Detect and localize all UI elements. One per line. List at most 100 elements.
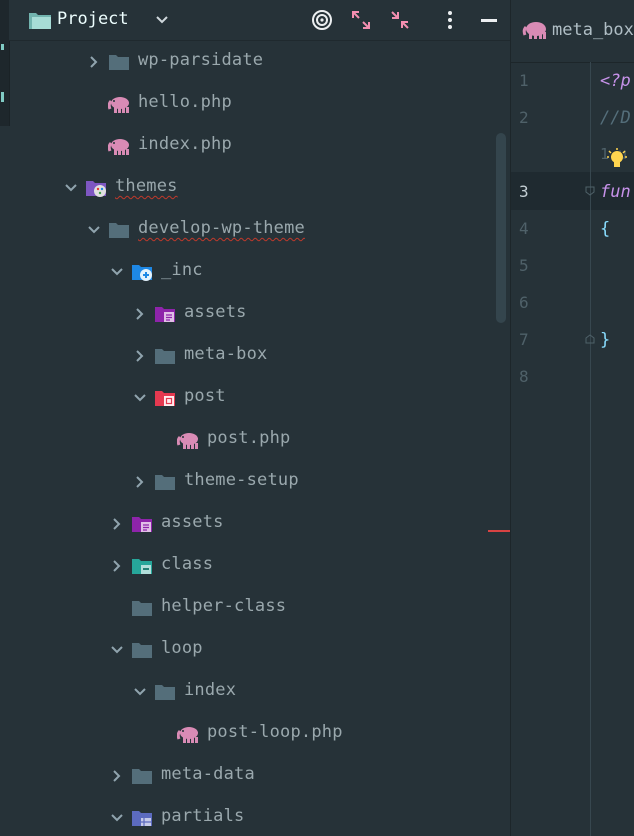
line-number: 3 [519, 182, 529, 201]
php-elephant-icon [177, 727, 198, 743]
chevron-right-icon[interactable] [132, 348, 148, 364]
chevron-right-icon[interactable] [132, 306, 148, 322]
folder-icon [109, 223, 129, 238]
tree-item[interactable]: theme-setup [0, 461, 500, 503]
tree-item[interactable]: meta-data [0, 755, 500, 797]
tree-item[interactable]: class [0, 545, 500, 587]
chevron-right-icon[interactable] [109, 516, 125, 532]
chevron-down-icon[interactable] [86, 222, 102, 238]
project-header: Project [9, 0, 510, 41]
line-number: 4 [519, 219, 529, 238]
code-close-brace[interactable]: } [600, 330, 610, 350]
code-comment[interactable]: //D [600, 108, 631, 128]
minimize-icon[interactable] [477, 8, 501, 32]
locate-target-icon[interactable] [310, 8, 334, 32]
tree-item-label: theme-setup [184, 470, 299, 490]
tree-item-label: index [184, 680, 237, 700]
themes-folder-icon [86, 181, 106, 197]
error-stripe-mark[interactable] [488, 530, 510, 532]
partials-folder-icon [132, 811, 152, 826]
tree-item-label: post-loop.php [207, 722, 343, 742]
editor-tabbar: meta_box [511, 0, 634, 63]
tree-item[interactable]: develop-wp-theme [0, 209, 500, 251]
code-php-open-tag[interactable]: <?p [600, 71, 631, 91]
tree-item-label: index.php [138, 134, 232, 154]
chevron-right-icon[interactable] [86, 54, 102, 70]
assets-folder-icon [155, 307, 175, 322]
php-elephant-icon [108, 97, 129, 113]
line-number: 1 [519, 71, 529, 90]
more-options-icon[interactable] [438, 8, 462, 32]
fold-end-marker-icon[interactable] [585, 334, 595, 344]
lightbulb-icon[interactable] [607, 148, 627, 172]
tree-item[interactable]: post.php [0, 419, 500, 461]
tree-item[interactable]: post [0, 377, 500, 419]
editor-pane: meta_box 1 2 3 4 5 6 7 8 <?p //D 1 u fun… [510, 0, 634, 836]
tree-item-label: partials [161, 806, 245, 826]
tree-item[interactable]: loop [0, 629, 500, 671]
tree-item-label: post.php [207, 428, 291, 448]
tree-item[interactable]: partials [0, 797, 500, 836]
tree-item-label: meta-box [184, 344, 268, 364]
tree-item-label: _inc [161, 260, 203, 280]
class-folder-icon [132, 559, 152, 574]
project-title[interactable]: Project [57, 9, 129, 29]
tree-item[interactable]: assets [0, 293, 500, 335]
tree-item-label: meta-data [161, 764, 255, 784]
chevron-right-icon[interactable] [109, 768, 125, 784]
php-elephant-icon [177, 433, 198, 449]
folder-icon [132, 643, 152, 658]
tree-item[interactable]: wp-parsidate [0, 41, 500, 83]
collapse-all-icon[interactable] [388, 8, 412, 32]
chevron-down-icon[interactable] [109, 264, 125, 280]
chevron-down-icon[interactable] [132, 390, 148, 406]
folder-icon [132, 601, 152, 616]
tree-item[interactable]: themes [0, 167, 500, 209]
php-elephant-icon [108, 139, 129, 155]
tree-item[interactable]: hello.php [0, 83, 500, 125]
tree-item[interactable]: helper-class [0, 587, 500, 629]
tree-item-label: assets [161, 512, 224, 532]
line-number: 7 [519, 330, 529, 349]
code-function-keyword[interactable]: fun [600, 182, 631, 202]
assets-folder-icon [132, 517, 152, 532]
tree-item[interactable]: meta-box [0, 335, 500, 377]
chevron-right-icon[interactable] [132, 474, 148, 490]
fold-marker-icon[interactable] [585, 186, 595, 196]
chevron-down-icon[interactable] [109, 810, 125, 826]
folder-icon [155, 685, 175, 700]
chevron-down-icon[interactable] [63, 180, 79, 196]
chevron-down-icon[interactable] [132, 684, 148, 700]
inc-folder-icon [132, 265, 152, 281]
tree-item-label: post [184, 386, 226, 406]
tree-item-label: class [161, 554, 214, 574]
folder-icon [155, 349, 175, 364]
chevron-right-icon[interactable] [109, 558, 125, 574]
editor-tab-meta-box[interactable]: meta_box [552, 20, 634, 40]
project-panel: Project wp-parsidate hello.php index.php th… [0, 0, 510, 836]
tree-item[interactable]: post-loop.php [0, 713, 500, 755]
project-folder-icon [29, 13, 51, 29]
chevron-down-icon[interactable] [109, 642, 125, 658]
tree-item-label: helper-class [161, 596, 287, 616]
folder-icon [109, 55, 129, 70]
line-number: 8 [519, 367, 529, 386]
line-number: 6 [519, 293, 529, 312]
expand-all-icon[interactable] [349, 8, 373, 32]
php-elephant-icon [522, 22, 546, 39]
tree-item-label: hello.php [138, 92, 232, 112]
tree-item-label: develop-wp-theme [138, 218, 305, 238]
tree-item[interactable]: assets [0, 503, 500, 545]
line-number: 2 [519, 108, 529, 127]
gutter-divider [590, 62, 591, 836]
code-open-brace[interactable]: { [600, 219, 610, 239]
tree-item[interactable]: index [0, 671, 500, 713]
folder-icon [155, 475, 175, 490]
tree-item[interactable]: index.php [0, 125, 500, 167]
tree-item-label: loop [161, 638, 203, 658]
post-folder-icon [155, 391, 175, 406]
line-number: 5 [519, 256, 529, 275]
chevron-down-icon[interactable] [155, 13, 169, 27]
scrollbar-thumb[interactable] [496, 133, 506, 323]
tree-item[interactable]: _inc [0, 251, 500, 293]
